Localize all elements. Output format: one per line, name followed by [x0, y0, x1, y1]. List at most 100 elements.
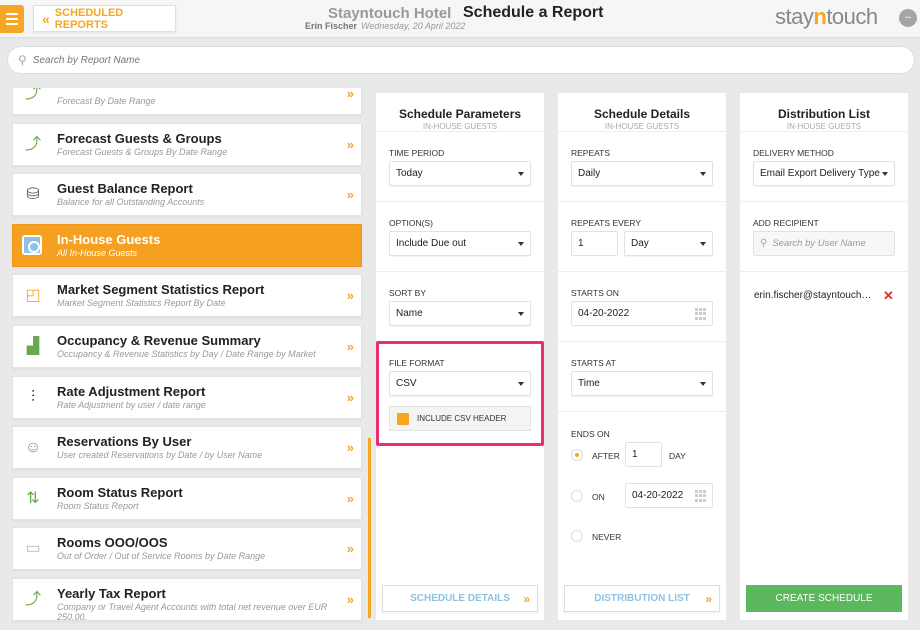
sort-by-select[interactable]: Name: [389, 301, 531, 326]
repeats-every-value: 1: [578, 238, 584, 249]
distribution-list-button[interactable]: DISTRIBUTION LIST »: [564, 585, 720, 612]
starts-at-value: Time: [578, 378, 600, 389]
caret-down-icon: [700, 242, 706, 246]
report-list-item[interactable]: ⤴ Yearly Tax Report Company or Travel Agen…: [12, 578, 362, 622]
menu-button[interactable]: [0, 5, 24, 33]
logo-mark-icon: ~: [899, 9, 917, 27]
divider: [558, 131, 726, 132]
trend-icon: ⤴: [24, 88, 41, 102]
starts-at-select[interactable]: Time: [571, 371, 713, 396]
repeats-every-input[interactable]: 1: [571, 231, 618, 256]
panel-title: Schedule Details: [593, 107, 691, 121]
divider: [740, 201, 908, 202]
create-schedule-label: CREATE SCHEDULE: [775, 593, 873, 604]
report-description: All In-House Guests: [57, 247, 138, 258]
report-list-item[interactable]: ⛁ Guest Balance Report Balance for all Out…: [12, 173, 362, 217]
panel-title: Distribution List: [778, 107, 870, 121]
double-chevron-right-icon: »: [346, 88, 354, 101]
report-list-item[interactable]: ▭ Rooms OOO/OOS Out of Order / Out of Serv…: [12, 527, 362, 571]
divider: [376, 201, 544, 202]
report-list-item[interactable]: ▟ Occupancy & Revenue Summary Occupancy & …: [12, 325, 362, 368]
remove-recipient-icon[interactable]: ✕: [883, 288, 894, 304]
starts-on-label: STARTS ON: [571, 288, 619, 298]
schedule-details-label: SCHEDULE DETAILS: [410, 593, 510, 604]
double-chevron-left-icon: «: [42, 10, 50, 27]
options-value: Include Due out: [396, 238, 467, 249]
double-chevron-right-icon: »: [346, 440, 354, 456]
ends-on-radio[interactable]: [571, 490, 583, 502]
caret-down-icon: [700, 382, 706, 386]
starts-at-label: STARTS AT: [571, 358, 616, 368]
report-description: Out of Order / Out of Service Rooms by D…: [57, 551, 266, 562]
calendar-icon[interactable]: [695, 308, 707, 320]
calendar-icon[interactable]: [695, 490, 707, 502]
double-chevron-right-icon: »: [346, 288, 354, 304]
report-list-item[interactable]: ⤴ Forecast By Date Range »: [12, 88, 362, 115]
repeats-label: REPEATS: [571, 148, 611, 158]
report-title: Occupancy & Revenue Summary: [57, 333, 261, 348]
divider: [376, 131, 544, 132]
repeats-select[interactable]: Daily: [571, 161, 713, 186]
report-list-item[interactable]: ◰ Market Segment Statistics Report Market …: [12, 274, 362, 318]
report-list-item[interactable]: In-House Guests All In-House Guests: [12, 223, 362, 267]
file-format-highlight: [376, 341, 544, 446]
ends-on-date-input[interactable]: 04-20-2022: [625, 483, 713, 508]
never-label: NEVER: [592, 532, 622, 542]
recipient-email: erin.fischer@stayntouch.com: [754, 290, 874, 301]
repeats-every-unit: Day: [631, 238, 649, 249]
delivery-method-value: Email Export Delivery Type: [760, 168, 880, 179]
double-chevron-right-icon: »: [346, 339, 354, 354]
report-list-item[interactable]: ⫶ Rate Adjustment Report Rate Adjustment b…: [12, 375, 362, 419]
distribution-list-label: DISTRIBUTION LIST: [594, 593, 690, 604]
ends-after-count-input[interactable]: 1: [625, 442, 662, 467]
divider: [376, 271, 544, 272]
repeats-every-unit-select[interactable]: Day: [624, 231, 713, 256]
report-title: Forecast Guests & Groups: [57, 130, 222, 146]
double-chevron-right-icon: »: [346, 490, 354, 506]
report-title: Guest Balance Report: [57, 181, 193, 197]
report-title: In-House Guests: [57, 231, 161, 247]
divider: [740, 271, 908, 272]
options-select[interactable]: Include Due out: [389, 231, 531, 256]
after-unit-label: DAY: [669, 451, 686, 461]
report-search-bar[interactable]: ⚲: [7, 46, 915, 74]
scrollbar[interactable]: [368, 438, 371, 618]
after-label: AFTER: [592, 451, 620, 461]
back-button-label: SCHEDULED REPORTS: [54, 6, 124, 31]
delivery-method-select[interactable]: Email Export Delivery Type: [753, 161, 895, 186]
report-title: Yearly Tax Report: [57, 586, 166, 601]
double-chevron-right-icon: »: [705, 592, 711, 606]
search-icon: ⚲: [760, 238, 768, 249]
divider: [558, 271, 726, 272]
recipient-search-input[interactable]: ⚲ Search by User Name: [753, 231, 895, 256]
repeats-every-label: REPEATS EVERY: [571, 218, 642, 228]
schedule-details-button[interactable]: SCHEDULE DETAILS »: [382, 585, 538, 612]
report-title: Rate Adjustment Report: [57, 383, 206, 399]
caret-down-icon: [882, 172, 888, 176]
time-period-select[interactable]: Today: [389, 161, 531, 186]
sort-by-label: SORT BY: [389, 288, 427, 298]
trend-icon: ⤴: [24, 135, 41, 153]
user-name: Erin Fischer: [305, 21, 358, 31]
starts-on-date-input[interactable]: 04-20-2022: [571, 301, 713, 326]
panel-subtitle: IN-HOUSE GUESTS: [422, 122, 498, 131]
divider: [558, 201, 726, 202]
report-list-item[interactable]: ⤴ Forecast Guests & Groups Forecast Guests…: [12, 122, 362, 166]
time-period-label: TIME PERIOD: [389, 148, 445, 158]
create-schedule-button[interactable]: CREATE SCHEDULE: [746, 585, 902, 612]
ends-after-radio[interactable]: [571, 449, 583, 461]
bar-chart-icon: ▟: [26, 338, 40, 355]
starts-on-value: 04-20-2022: [578, 308, 630, 319]
sliders-icon: ⫶: [30, 388, 35, 406]
report-description: Company or Travel Agent Accounts with to…: [57, 602, 328, 622]
on-label: ON: [592, 492, 605, 502]
back-to-scheduled-reports-button[interactable]: « SCHEDULED REPORTS: [33, 5, 176, 32]
report-list-item[interactable]: ⇅ Room Status Report Room Status Report »: [12, 476, 362, 520]
report-description: Room Status Report: [57, 500, 139, 511]
page-title: Schedule a Report: [463, 4, 604, 21]
double-chevron-right-icon: »: [346, 136, 354, 152]
panel-subtitle: IN-HOUSE GUESTS: [786, 122, 862, 131]
report-list-item[interactable]: ☺ Reservations By User User created Reserv…: [12, 426, 362, 470]
ends-never-radio[interactable]: [571, 530, 583, 542]
search-input[interactable]: [32, 54, 633, 66]
